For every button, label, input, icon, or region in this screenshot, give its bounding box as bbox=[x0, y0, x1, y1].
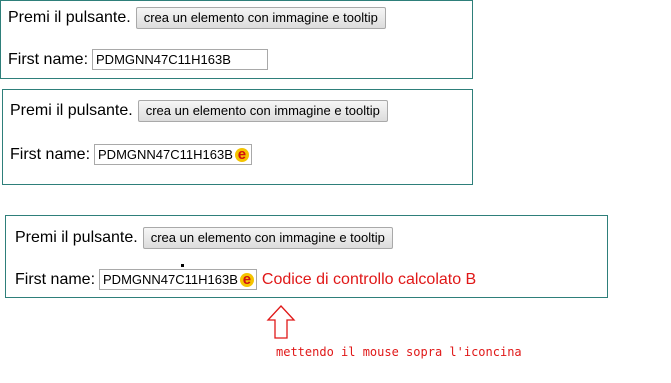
prompt-row: Premi il pulsante. crea un elemento con … bbox=[10, 100, 388, 122]
check-code-tooltip: Codice di controllo calcolato B bbox=[261, 270, 477, 288]
first-name-input[interactable]: PDMGNN47C11H163B bbox=[92, 49, 269, 70]
prompt-row: Premi il pulsante. crea un elemento con … bbox=[15, 227, 393, 249]
first-name-input[interactable]: PDMGNN47C11H163B e bbox=[99, 269, 257, 290]
first-name-row: First name: PDMGNN47C11H163B bbox=[8, 49, 269, 70]
first-name-label: First name: bbox=[8, 50, 89, 68]
prompt-label: Premi il pulsante. bbox=[8, 9, 131, 26]
prompt-label: Premi il pulsante. bbox=[10, 102, 133, 119]
annotation-caption: mettendo il mouse sopra l'iconcina bbox=[276, 345, 522, 359]
prompt-row: Premi il pulsante. crea un elemento con … bbox=[8, 7, 386, 29]
first-name-input[interactable]: PDMGNN47C11H163B e bbox=[94, 144, 252, 165]
panel-with-tooltip: Premi il pulsante. crea un elemento con … bbox=[5, 215, 608, 298]
first-name-label: First name: bbox=[10, 145, 91, 163]
create-element-button[interactable]: crea un elemento con immagine e tooltip bbox=[137, 100, 388, 122]
prompt-label: Premi il pulsante. bbox=[15, 229, 138, 246]
panel-with-icon: Premi il pulsante. crea un elemento con … bbox=[2, 89, 473, 185]
check-code-icon[interactable]: e bbox=[239, 272, 254, 287]
first-name-value: PDMGNN47C11H163B bbox=[98, 147, 233, 162]
first-name-label: First name: bbox=[15, 270, 96, 288]
first-name-row: First name: PDMGNN47C11H163B e Codice di… bbox=[15, 269, 476, 290]
first-name-value: PDMGNN47C11H163B bbox=[96, 52, 231, 67]
create-element-button[interactable]: crea un elemento con immagine e tooltip bbox=[135, 7, 386, 29]
up-arrow-icon bbox=[266, 305, 296, 339]
panel-initial: Premi il pulsante. crea un elemento con … bbox=[0, 0, 473, 79]
first-name-value: PDMGNN47C11H163B bbox=[103, 272, 238, 287]
create-element-button[interactable]: crea un elemento con immagine e tooltip bbox=[142, 227, 393, 249]
first-name-row: First name: PDMGNN47C11H163B e bbox=[10, 144, 252, 165]
check-code-icon[interactable]: e bbox=[234, 147, 249, 162]
mouse-cursor-mark bbox=[181, 264, 184, 267]
